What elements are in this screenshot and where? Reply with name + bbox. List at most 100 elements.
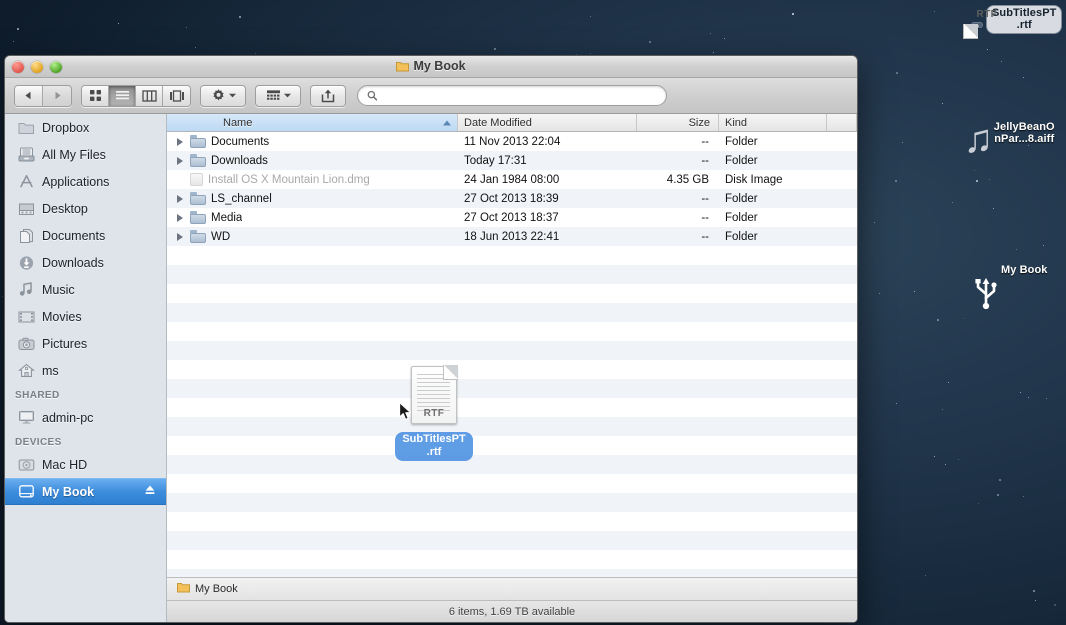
all-my-files-icon [17, 146, 35, 164]
sidebar-item-desktop[interactable]: Desktop [5, 195, 166, 222]
sidebar-scroll-content: Dropbox All My Files Applications Deskto… [5, 114, 166, 505]
sidebar-item-movies[interactable]: Movies [5, 303, 166, 330]
share-icon [321, 89, 335, 102]
window-titlebar[interactable]: My Book [5, 56, 857, 78]
file-name: Downloads [211, 154, 268, 167]
cell-date-modified: 11 Nov 2013 22:04 [464, 135, 561, 148]
navigation-buttons [14, 84, 72, 107]
desktop-icon-jellybean-aiff[interactable]: ♫ JellyBeanO nPar...8.aiff [963, 119, 1064, 159]
back-button[interactable] [15, 85, 43, 106]
sidebar-item-documents[interactable]: Documents [5, 222, 166, 249]
sidebar-item-label: Dropbox [42, 120, 90, 135]
column-view-button[interactable] [136, 85, 163, 106]
sidebar-item-all-my-files[interactable]: All My Files [5, 141, 166, 168]
search-field[interactable] [357, 85, 667, 106]
cell-kind: Disk Image [725, 173, 783, 186]
cell-name: LS_channel [167, 192, 458, 205]
folder-icon [190, 211, 206, 224]
cell-name: Install OS X Mountain Lion.dmg [167, 173, 458, 186]
path-bar[interactable]: My Book [167, 577, 857, 600]
disclosure-triangle-icon[interactable] [175, 137, 185, 147]
rtf-document-icon: RTF [962, 9, 997, 39]
empty-row [167, 436, 857, 455]
file-name: Install OS X Mountain Lion.dmg [208, 173, 370, 186]
window-title: My Book [5, 59, 857, 75]
column-header-kind[interactable]: Kind [719, 114, 827, 131]
finder-window: My Book Dropbox All My Files Application… [4, 55, 858, 623]
cell-size: -- [701, 192, 709, 205]
desktop-icon-subtitles-rtf[interactable]: RTF SubTitlesPT .rtf [962, 6, 1064, 39]
empty-row [167, 493, 857, 512]
sidebar-item-my-book[interactable]: My Book [5, 478, 166, 505]
disclosure-triangle-icon[interactable] [175, 156, 185, 166]
sidebar-item-label: All My Files [42, 147, 106, 162]
sidebar-item-mac-hd[interactable]: Mac HD [5, 451, 166, 478]
disclosure-triangle-icon[interactable] [175, 213, 185, 223]
forward-button[interactable] [43, 85, 71, 106]
table-row[interactable]: Install OS X Mountain Lion.dmg 24 Jan 19… [167, 170, 857, 189]
empty-row [167, 569, 857, 577]
empty-row [167, 265, 857, 284]
sidebar-item-label: Applications [42, 174, 110, 189]
sidebar-item-dropbox[interactable]: Dropbox [5, 114, 166, 141]
column-header-name[interactable]: Name [167, 114, 458, 131]
folder-icon [190, 135, 206, 148]
cell-name: Documents [167, 135, 458, 148]
table-row[interactable]: LS_channel 27 Oct 2013 18:39 -- Folder [167, 189, 857, 208]
empty-row [167, 417, 857, 436]
sidebar-item-applications[interactable]: Applications [5, 168, 166, 195]
sidebar-item-home[interactable]: ms [5, 357, 166, 384]
search-input[interactable] [382, 89, 657, 102]
table-row[interactable]: Documents 11 Nov 2013 22:04 -- Folder [167, 132, 857, 151]
eject-icon[interactable] [144, 484, 156, 499]
finder-toolbar [5, 78, 857, 114]
sidebar-item-label: Music [42, 282, 75, 297]
search-icon [367, 90, 378, 101]
cell-date-modified: Today 17:31 [464, 154, 527, 167]
disclosure-triangle-icon[interactable] [175, 194, 185, 204]
empty-row [167, 303, 857, 322]
internal-drive-icon [17, 456, 35, 474]
cell-kind: Folder [725, 230, 758, 243]
sidebar-item-label: My Book [42, 484, 95, 499]
empty-row [167, 360, 857, 379]
disclosure-triangle-icon[interactable] [175, 232, 185, 242]
empty-row [167, 398, 857, 417]
table-row[interactable]: Media 27 Oct 2013 18:37 -- Folder [167, 208, 857, 227]
cell-size: 4.35 GB [666, 173, 709, 186]
empty-row [167, 455, 857, 474]
action-gear-menu[interactable] [200, 84, 246, 107]
sidebar-item-admin-pc[interactable]: admin-pc [5, 404, 166, 431]
table-row[interactable]: WD 18 Jun 2013 22:41 -- Folder [167, 227, 857, 246]
sidebar-item-downloads[interactable]: Downloads [5, 249, 166, 276]
desktop-icon-label: My Book [1000, 264, 1048, 276]
coverflow-view-button[interactable] [163, 85, 190, 106]
file-rows: Documents 11 Nov 2013 22:04 -- Folder Do… [167, 132, 857, 577]
sidebar-item-music[interactable]: Music [5, 276, 166, 303]
column-header-date-modified[interactable]: Date Modified [458, 114, 637, 131]
external-drive-icon [17, 483, 35, 501]
gear-icon [212, 89, 224, 101]
list-view-button[interactable] [109, 85, 136, 106]
table-row[interactable]: Downloads Today 17:31 -- Folder [167, 151, 857, 170]
arrange-menu[interactable] [255, 84, 301, 107]
column-header-label: Size [688, 116, 710, 129]
share-button[interactable] [310, 84, 346, 107]
cell-kind: Folder [725, 211, 758, 224]
path-bar-label: My Book [195, 583, 238, 595]
applications-icon [17, 173, 35, 191]
folder-icon [396, 61, 410, 75]
cell-name: Media [167, 211, 458, 224]
empty-row [167, 246, 857, 265]
cell-date-modified: 18 Jun 2013 22:41 [464, 230, 560, 243]
file-list-pane: Name Date Modified Size Kind Documents 1… [167, 114, 857, 622]
display-icon [17, 409, 35, 427]
cell-size: -- [701, 135, 709, 148]
desktop-icon-my-book-drive[interactable]: My Book [968, 260, 1064, 310]
column-header-label: Name [223, 116, 253, 129]
sidebar-header-devices: DEVICES [15, 437, 62, 448]
cell-kind: Folder [725, 135, 758, 148]
sidebar-item-pictures[interactable]: Pictures [5, 330, 166, 357]
icon-view-button[interactable] [82, 85, 109, 106]
column-header-size[interactable]: Size [637, 114, 719, 131]
